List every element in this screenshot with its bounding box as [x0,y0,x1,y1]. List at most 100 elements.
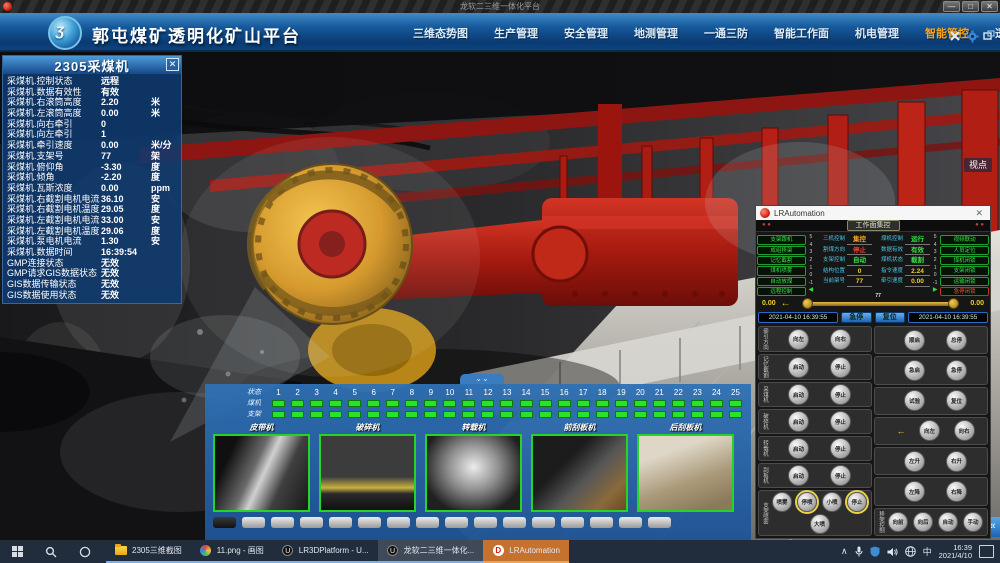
network-globe-icon[interactable] [905,546,916,557]
clock[interactable]: 16:39 2021/4/10 [939,544,972,560]
thumbnail-chip[interactable] [358,517,381,528]
task-view-button[interactable] [68,540,102,563]
status-button[interactable]: 煤机喷雾 [757,266,806,275]
round-control-button[interactable]: 启动 [788,465,809,486]
thumbnail-chip[interactable] [387,517,410,528]
reset-button[interactable]: 复位 [875,312,906,323]
thumbnail-chip[interactable] [300,517,323,528]
tray-chevron-icon[interactable]: ∧ [841,546,848,557]
camera-feed[interactable] [425,434,522,512]
status-button[interactable]: 远程控制 [757,287,806,296]
round-control-button[interactable]: 左升 [904,451,925,472]
round-control-button[interactable]: 急启 [904,360,925,381]
round-control-button[interactable]: 左降 [904,481,925,502]
round-control-button[interactable]: 向前 [888,512,908,532]
nav-item[interactable]: 地测管理 [621,25,691,41]
start-button[interactable] [0,540,34,563]
round-control-button[interactable]: 复位 [946,390,967,411]
camera-feed[interactable] [531,434,628,512]
status-button[interactable]: 煤机闭锁 [940,256,989,265]
round-control-button[interactable]: 右升 [946,451,967,472]
notification-center-icon[interactable] [979,545,994,558]
nav-item[interactable]: 三维态势图 [400,25,481,41]
search-button[interactable] [34,540,68,563]
thumbnail-chip[interactable] [619,517,642,528]
round-control-button[interactable]: 急停 [946,360,967,381]
taskbar-item[interactable]: 11.png - 画图 [191,540,273,563]
minimize-button[interactable]: — [943,1,960,12]
status-button[interactable]: 记忆截割 [757,256,806,265]
viewpoint-button[interactable]: 视点 [964,158,992,172]
status-button[interactable]: 自动放煤 [757,277,806,286]
ime-indicator[interactable]: 中 [923,545,932,558]
round-control-button[interactable]: 启动 [788,411,809,432]
round-control-button[interactable]: 向右 [830,329,851,350]
nav-item[interactable]: 安全管理 [551,25,621,41]
round-control-button[interactable]: 启动 [788,438,809,459]
status-button[interactable]: 成组移架 [757,246,806,255]
thumbnail-chip[interactable] [474,517,497,528]
resize-icon[interactable] [982,29,996,43]
round-control-button[interactable]: 大喷 [810,514,830,534]
round-control-button[interactable]: 总停 [946,330,967,351]
maximize-button[interactable]: □ [962,1,979,12]
shield-icon[interactable] [870,546,880,557]
camera-feed[interactable] [213,434,310,512]
status-button[interactable]: 支架闭锁 [940,266,989,275]
round-control-button[interactable]: 喷雾 [772,492,792,512]
round-control-button[interactable]: 自动 [938,512,958,532]
round-control-button[interactable]: 向左 [919,420,940,441]
taskbar-item[interactable]: 2305三维截图 [106,540,191,563]
round-control-button[interactable]: 停喷 [797,492,817,512]
round-control-button[interactable]: 向右 [954,420,975,441]
estop-button[interactable]: 急停 [841,312,872,323]
gear-icon[interactable] [965,29,979,43]
round-control-button[interactable]: 向左 [788,329,809,350]
round-control-button[interactable]: 启动 [788,357,809,378]
thumbnail-chip[interactable] [329,517,352,528]
nav-item[interactable]: 生产管理 [481,25,551,41]
thumbnail-chip[interactable] [445,517,468,528]
round-control-button[interactable]: 顺启 [904,330,925,351]
taskbar-item[interactable]: U龙软二三维一体化... [378,540,484,563]
thumbnail-chip[interactable] [242,517,265,528]
thumbnail-chip[interactable] [416,517,439,528]
speaker-icon[interactable] [887,547,898,557]
round-control-button[interactable]: 向后 [913,512,933,532]
thumbnail-chip[interactable] [561,517,584,528]
round-control-button[interactable]: 停止 [830,384,851,405]
thumbnail-chip[interactable] [590,517,613,528]
nav-item[interactable]: 机电管理 [842,25,912,41]
status-button[interactable]: 人员定位 [940,246,989,255]
round-control-button[interactable]: 停止 [830,438,851,459]
close-icon[interactable]: ✕ [166,58,179,71]
round-control-button[interactable]: 启动 [788,384,809,405]
thumbnail-chip[interactable] [503,517,526,528]
tab-workface-control[interactable]: 工作面集控 [847,220,900,231]
thumbnail-chip[interactable] [271,517,294,528]
camera-feed[interactable] [319,434,416,512]
nav-item[interactable]: 一通三防 [691,25,761,41]
camera-feed[interactable] [637,434,734,512]
microphone-icon[interactable] [855,546,863,557]
taskbar-item[interactable]: DLRAutomation [483,540,569,563]
round-control-button[interactable]: 停止 [847,492,867,512]
round-control-button[interactable]: 试验 [904,390,925,411]
tools-icon[interactable] [948,29,962,43]
taskbar-item[interactable]: ULR3DPlatform - U... [273,540,378,563]
round-control-button[interactable]: 停止 [830,465,851,486]
thumbnail-chip[interactable] [648,517,671,528]
round-control-button[interactable]: 停止 [830,357,851,378]
nav-item[interactable]: 智能工作面 [761,25,842,41]
thumbnail-chip[interactable] [213,517,236,528]
thumbnail-chip[interactable] [532,517,555,528]
round-control-button[interactable]: 小喷 [822,492,842,512]
status-button[interactable]: 急停闭锁 [940,287,989,296]
status-button[interactable]: 支架跟机 [757,235,806,244]
round-control-button[interactable]: 右降 [946,481,967,502]
status-button[interactable]: 视频联动 [940,235,989,244]
status-button[interactable]: 运输闭锁 [940,277,989,286]
close-button[interactable]: ✕ [981,1,998,12]
round-control-button[interactable]: 停止 [830,411,851,432]
close-icon[interactable]: ✕ [972,208,986,219]
